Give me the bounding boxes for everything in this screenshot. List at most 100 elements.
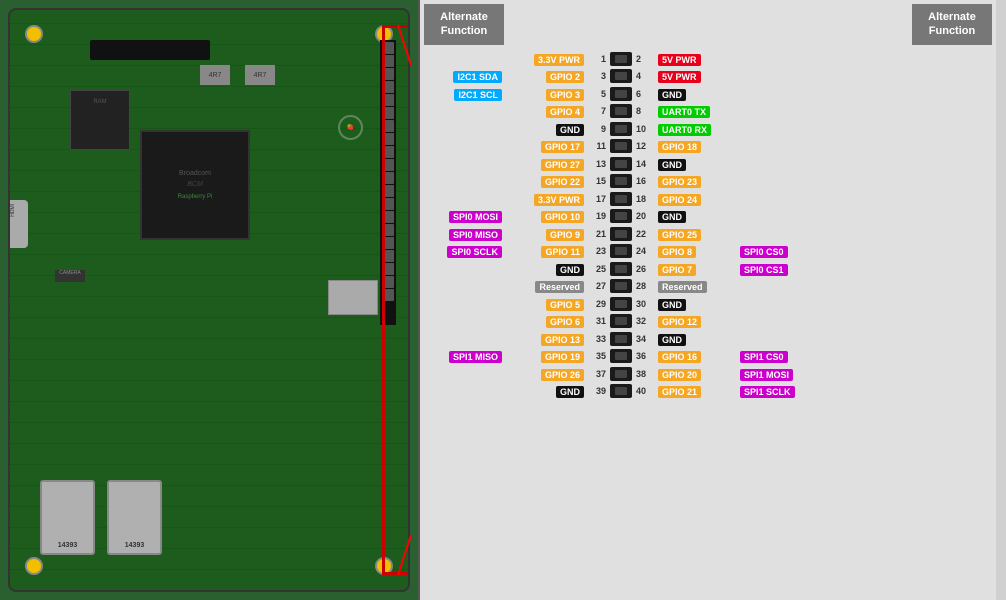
left-pin-number: 33 xyxy=(586,334,606,344)
right-alt-label: SPI1 CS0 xyxy=(740,347,818,365)
camera-connector: CAMERA xyxy=(55,270,85,282)
left-alt-label: SPI0 SCLK xyxy=(424,242,502,260)
right-pin-number: 28 xyxy=(636,281,656,291)
left-pin-number: 39 xyxy=(586,386,606,396)
left-pin-number: 27 xyxy=(586,281,606,291)
pin-row: Reserved2728Reserved xyxy=(424,278,992,294)
left-pin-number: 21 xyxy=(586,229,606,239)
left-pin-name: GPIO 26 xyxy=(504,365,584,383)
right-pin-name: GPIO 23 xyxy=(658,172,738,190)
left-alt-label: SPI0 MOSI xyxy=(424,207,502,225)
right-pin-number: 24 xyxy=(636,246,656,256)
left-pin-name: GPIO 5 xyxy=(504,295,584,313)
display-connector xyxy=(90,40,210,60)
right-pin-name: 5V PWR xyxy=(658,67,738,85)
left-pin-name: GND xyxy=(504,382,584,400)
mounting-hole-tl xyxy=(25,25,43,43)
pin-connector-pair xyxy=(608,349,634,363)
left-pin-name: GND xyxy=(504,260,584,278)
left-pin-name: GND xyxy=(504,120,584,138)
left-pin-number: 13 xyxy=(586,159,606,169)
right-pin-number: 16 xyxy=(636,176,656,186)
pin-connector-pair xyxy=(608,122,634,136)
pin-row: GPIO 63132GPIO 12 xyxy=(424,313,992,329)
pin-row: GPIO 263738GPIO 20SPI1 MOSI xyxy=(424,366,992,382)
pin-connector-pair xyxy=(608,262,634,276)
left-pin-name: 3.3V PWR xyxy=(504,50,584,68)
right-pin-name: GPIO 18 xyxy=(658,137,738,155)
right-pin-number: 26 xyxy=(636,264,656,274)
header-row: AlternateFunction AlternateFunction xyxy=(420,0,996,49)
left-pin-name: Reserved xyxy=(504,277,584,295)
right-pin-number: 10 xyxy=(636,124,656,134)
chip-small-1: 4R7 xyxy=(200,65,230,85)
left-alt-func-header: AlternateFunction xyxy=(424,4,504,45)
mounting-hole-bl xyxy=(25,557,43,575)
left-pin-name: GPIO 2 xyxy=(504,67,584,85)
pins-container: 3.3V PWR125V PWRI2C1 SDAGPIO 2345V PWRI2… xyxy=(420,49,996,600)
right-pin-number: 38 xyxy=(636,369,656,379)
pin-row: 3.3V PWR125V PWR xyxy=(424,51,992,67)
pin-connector-pair xyxy=(608,279,634,293)
left-pin-name: GPIO 22 xyxy=(504,172,584,190)
right-pin-name: GPIO 8 xyxy=(658,242,738,260)
pin-row: GPIO 478UART0 TX xyxy=(424,103,992,119)
right-pin-name: GPIO 24 xyxy=(658,190,738,208)
right-pin-number: 14 xyxy=(636,159,656,169)
rpi-logo: 🍓 xyxy=(338,115,363,140)
right-pin-number: 36 xyxy=(636,351,656,361)
right-pin-number: 32 xyxy=(636,316,656,326)
left-pin-name: GPIO 11 xyxy=(504,242,584,260)
pin-row: GND2526GPIO 7SPI0 CS1 xyxy=(424,261,992,277)
left-pin-name: GPIO 10 xyxy=(504,207,584,225)
right-pin-name: GND xyxy=(658,155,738,173)
left-pin-name: 3.3V PWR xyxy=(504,190,584,208)
pin-row: I2C1 SDAGPIO 2345V PWR xyxy=(424,68,992,84)
left-pin-number: 5 xyxy=(586,89,606,99)
right-pin-number: 30 xyxy=(636,299,656,309)
right-alt-label: SPI1 SCLK xyxy=(740,382,818,400)
pin-row: GND910UART0 RX xyxy=(424,121,992,137)
left-pin-name: GPIO 19 xyxy=(504,347,584,365)
pin-row: 3.3V PWR1718GPIO 24 xyxy=(424,191,992,207)
right-pin-name: Reserved xyxy=(658,277,738,295)
pin-row: SPI0 SCLKGPIO 1123 24GPIO 8SPI0 CS0 xyxy=(424,243,992,259)
chip-small-2: 4R7 xyxy=(245,65,275,85)
left-pin-number: 7 xyxy=(586,106,606,116)
right-pin-number: 2 xyxy=(636,54,656,64)
pin-connector-pair xyxy=(608,139,634,153)
left-alt-label: SPI1 MISO xyxy=(424,347,502,365)
red-corner-top xyxy=(405,25,408,28)
pin-connector-pair xyxy=(608,87,634,101)
cpu-chip: Broadcom BCM Raspberry Pi xyxy=(140,130,250,240)
left-pin-name: GPIO 3 xyxy=(504,85,584,103)
left-pin-number: 25 xyxy=(586,264,606,274)
left-alt-label: SPI0 MISO xyxy=(424,225,502,243)
right-pin-number: 22 xyxy=(636,229,656,239)
left-pin-name: GPIO 6 xyxy=(504,312,584,330)
pin-connector-pair xyxy=(608,52,634,66)
pin-row: GPIO 271314GND xyxy=(424,156,992,172)
right-pin-number: 8 xyxy=(636,106,656,116)
pin-diagram-section: AlternateFunction AlternateFunction 3.3V… xyxy=(420,0,996,600)
pin-row: GND3940GPIO 21SPI1 SCLK xyxy=(424,383,992,399)
right-pin-number: 18 xyxy=(636,194,656,204)
left-pin-name: GPIO 13 xyxy=(504,330,584,348)
pin-connector-pair xyxy=(608,297,634,311)
left-pin-number: 9 xyxy=(586,124,606,134)
right-pin-name: GND xyxy=(658,85,738,103)
right-pin-name: GPIO 16 xyxy=(658,347,738,365)
left-pin-name: GPIO 9 xyxy=(504,225,584,243)
pin-connector-pair xyxy=(608,104,634,118)
gpio-selection-box xyxy=(382,25,408,575)
right-alt-func-header: AlternateFunction xyxy=(912,4,992,45)
right-alt-label: SPI0 CS0 xyxy=(740,242,818,260)
red-corner-bottom xyxy=(405,572,408,575)
pin-connector-pair xyxy=(608,69,634,83)
raspberry-pi-board: 4R7 4R7 Broadcom BCM Raspberry Pi RAM xyxy=(0,0,420,600)
right-pin-name: GPIO 25 xyxy=(658,225,738,243)
left-pin-name: GPIO 17 xyxy=(504,137,584,155)
pin-connector-pair xyxy=(608,227,634,241)
ethernet-port xyxy=(328,280,378,315)
left-pin-number: 23 xyxy=(586,246,606,256)
